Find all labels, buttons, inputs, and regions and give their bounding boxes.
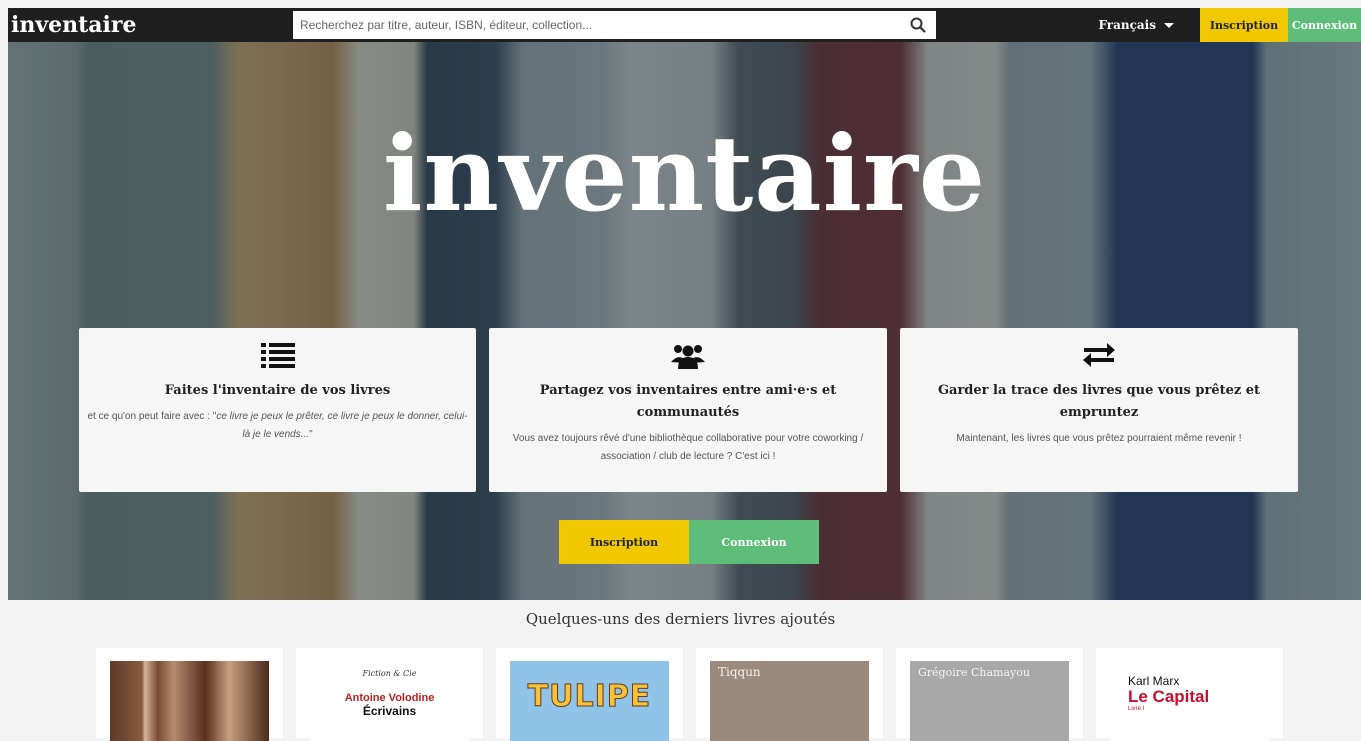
feature-title: Garder la trace des livres que vous prêt… [937,383,1261,420]
book-cover[interactable]: TULIPE [510,661,669,741]
hero-title: inventaire [382,112,987,235]
book-card[interactable] [96,648,283,741]
latest-books-list: Fiction & Cie Antoine Volodine Écrivains… [96,648,1283,741]
feature-card-loans: Garder la trace des livres que vous prêt… [900,328,1298,492]
book-series: Fiction & Cie [362,669,417,678]
caret-down-icon [1164,22,1174,28]
book-author: Grégoire Chamayou [918,666,1030,679]
book-card[interactable]: TULIPE [496,648,683,741]
book-cover[interactable] [110,661,269,741]
exchange-icon [1083,343,1115,367]
language-label: Français [1098,18,1156,32]
language-selector[interactable]: Français [1098,8,1200,42]
feature-text: Maintenant, les livres que vous prêtez p… [956,433,1242,444]
logo[interactable]: inventaire [11,12,293,38]
feature-text: Vous avez toujours rêvé d'une bibliothèq… [512,433,864,462]
book-author: Karl Marx [1128,674,1180,688]
book-cover[interactable]: Fiction & Cie Antoine Volodine Écrivains [310,661,469,741]
book-title: Écrivains [362,704,417,718]
latest-books-title: Quelques-uns des derniers livres ajoutés [525,610,836,628]
book-subtitle: Livre I [1128,706,1145,712]
feature-cards: Faites l'inventaire de vos livres et ce … [79,328,1298,492]
book-title: Le Capital [1128,687,1210,706]
book-cover[interactable]: Grégoire Chamayou [910,661,1069,741]
book-card[interactable]: Karl Marx Le Capital Livre I [1096,648,1283,741]
feature-card-share: Partagez vos inventaires entre ami·e·s e… [489,328,887,492]
login-button[interactable]: Connexion [1288,8,1361,42]
feature-title: Partagez vos inventaires entre ami·e·s e… [539,383,837,420]
top-navbar: inventaire Français Inscription Connexio… [8,8,1361,42]
hero-actions: Inscription Connexion [559,520,819,564]
book-author: Tiqqun [718,665,761,679]
search-bar [293,11,936,39]
hero-login-button[interactable]: Connexion [689,520,819,564]
feature-title: Faites l'inventaire de vos livres [164,383,391,398]
book-cover[interactable]: Karl Marx Le Capital Livre I [1110,661,1269,741]
users-icon [671,345,705,369]
book-cover[interactable]: Tiqqun [710,661,869,741]
signup-button[interactable]: Inscription [1200,8,1288,42]
book-author: Antoine Volodine [344,692,435,704]
feature-card-inventory: Faites l'inventaire de vos livres et ce … [79,328,476,492]
search-input[interactable] [293,11,936,39]
book-card[interactable]: Tiqqun [696,648,883,741]
search-icon[interactable] [910,17,926,33]
book-title: TULIPE [527,679,652,715]
hero-banner: inventaire Faites l'inventaire de vos li… [8,42,1361,600]
book-card[interactable]: Grégoire Chamayou [896,648,1083,741]
book-card[interactable]: Fiction & Cie Antoine Volodine Écrivains [296,648,483,741]
feature-text: et ce qu'on peut faire avec : "ce livre … [87,411,468,440]
list-icon [260,343,295,368]
hero-signup-button[interactable]: Inscription [559,520,689,564]
